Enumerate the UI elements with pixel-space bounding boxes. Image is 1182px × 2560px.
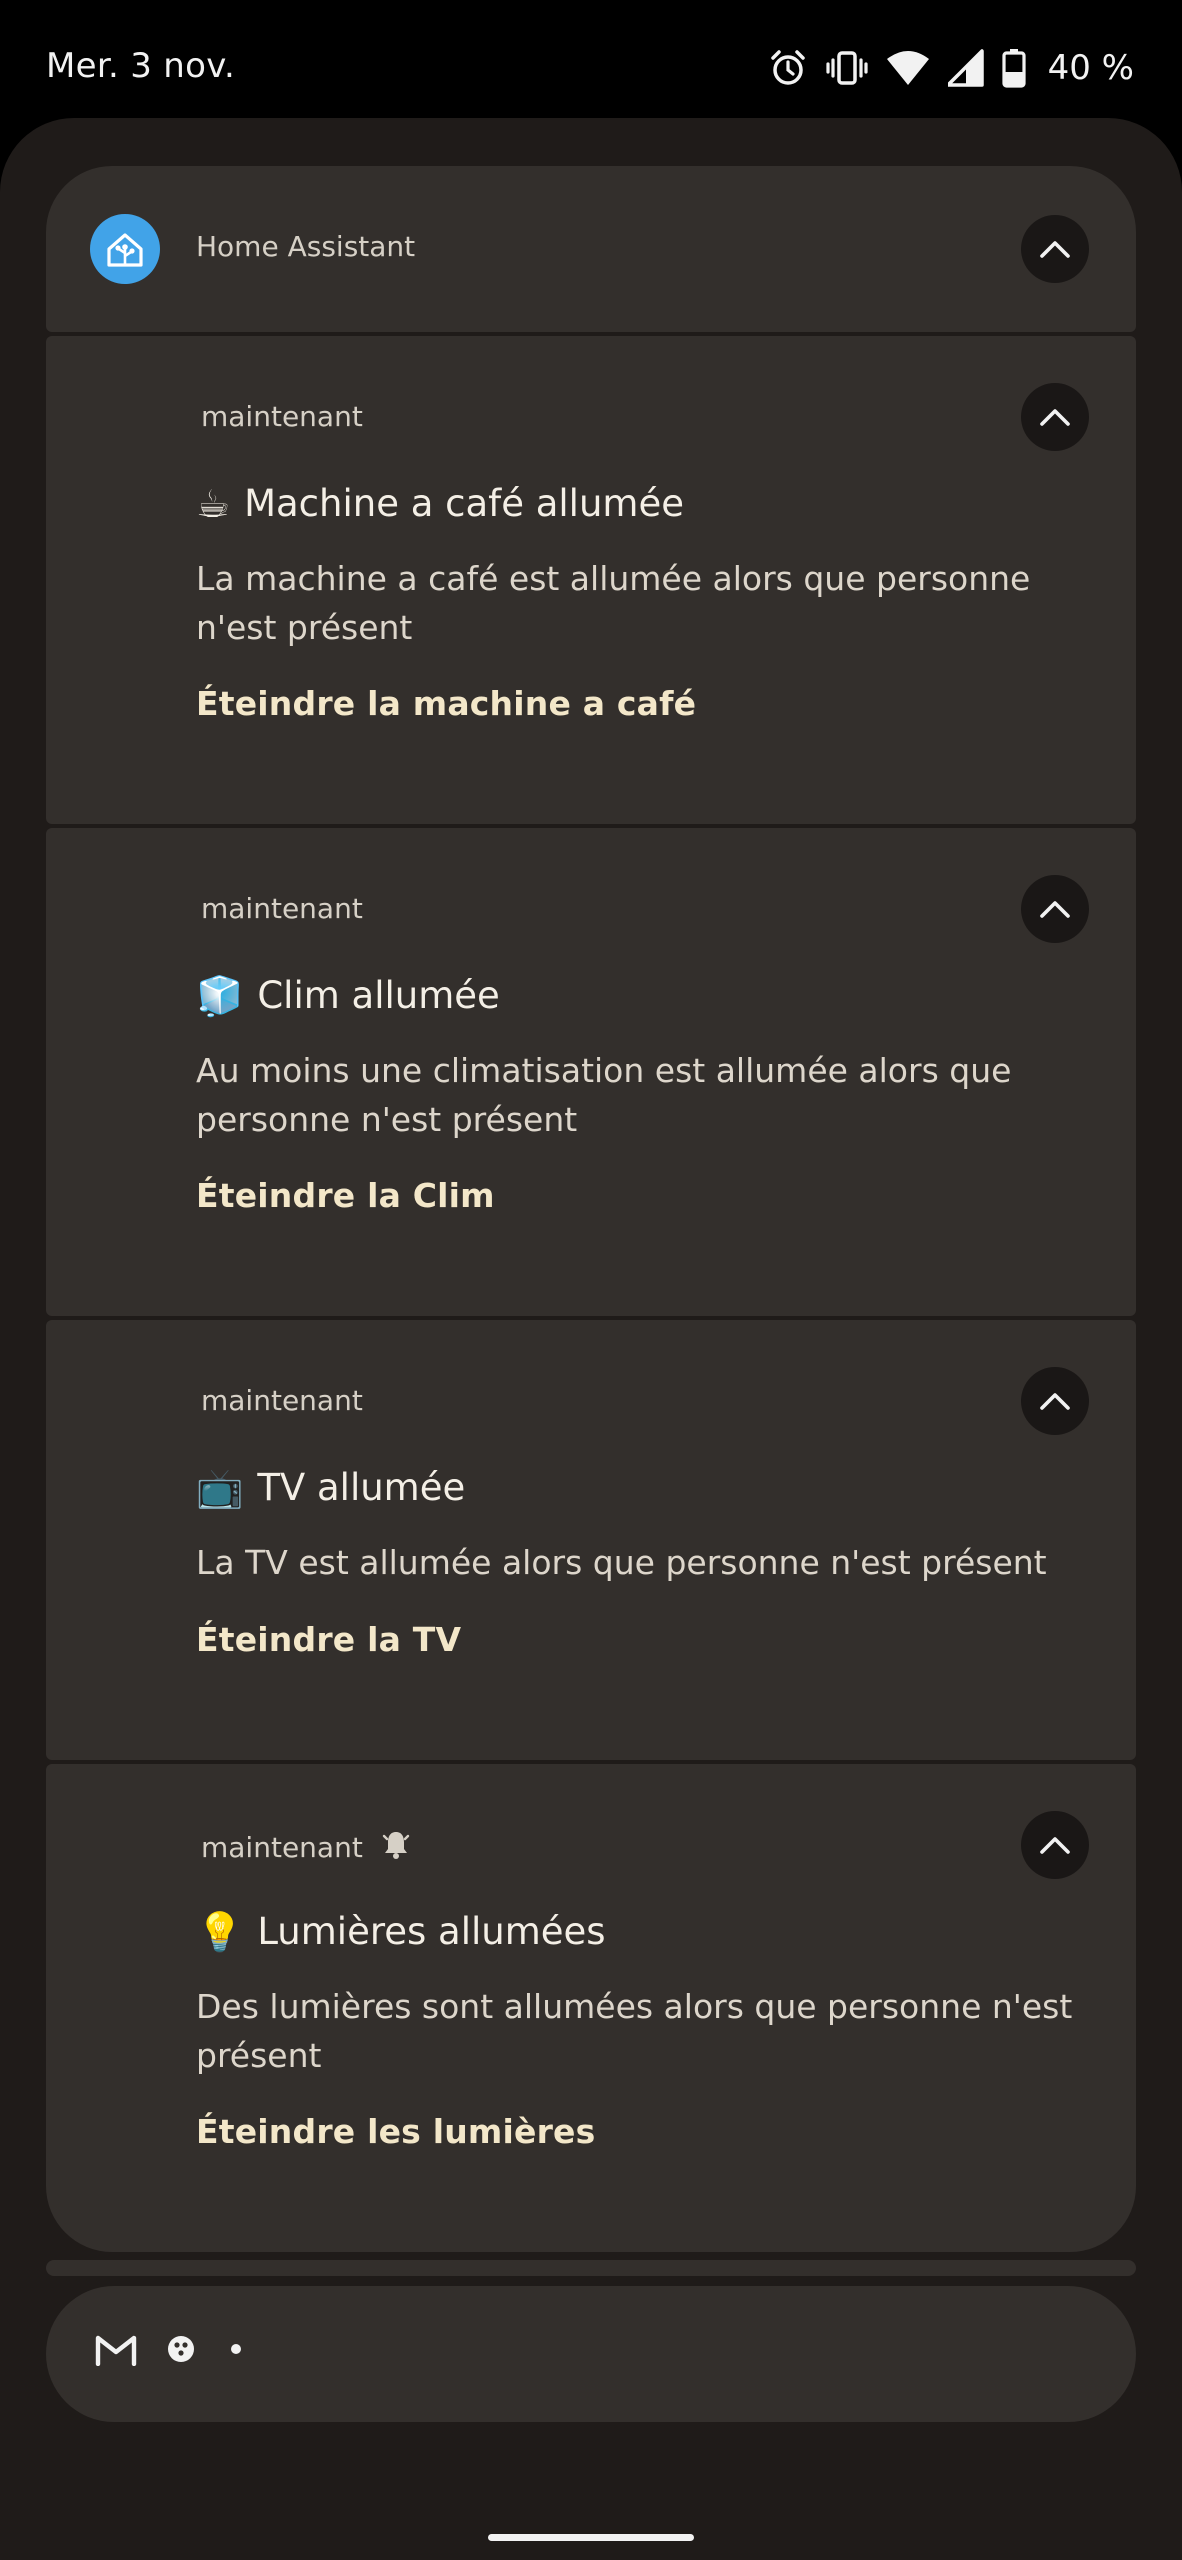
- turn-off-coffee-button[interactable]: Éteindre la machine a café: [196, 684, 696, 723]
- battery-percent: 40 %: [1047, 48, 1134, 88]
- notification-time-text: maintenant: [201, 1831, 363, 1864]
- silent-app-icons: [94, 2332, 248, 2370]
- next-notification-edge[interactable]: [46, 2260, 1136, 2276]
- coffee-emoji-icon: ☕: [196, 481, 231, 526]
- home-gesture-bar[interactable]: [488, 2534, 694, 2541]
- more-dot-icon: [224, 2332, 248, 2370]
- notification-card-tv[interactable]: maintenant 📺 TV allumée La TV est allumé…: [46, 1320, 1136, 1760]
- notification-title: 🧊 Clim allumée: [196, 974, 500, 1017]
- notification-group-home-assistant[interactable]: Home Assistant maintenant ☕ Machine a ca…: [46, 166, 1136, 2252]
- chevron-up-icon: [1040, 241, 1070, 258]
- notification-time: maintenant: [201, 892, 363, 925]
- notification-title: 💡 Lumières allumées: [196, 1910, 606, 1953]
- notification-time: maintenant: [201, 400, 363, 433]
- gmail-icon: [94, 2332, 138, 2370]
- cell-signal-icon: [947, 49, 984, 87]
- ice-cube-emoji-icon: 🧊: [196, 973, 244, 1018]
- notification-card-coffee[interactable]: maintenant ☕ Machine a café allumée La m…: [46, 336, 1136, 824]
- silent-notifications-row[interactable]: [46, 2286, 1136, 2422]
- notification-body: La TV est allumée alors que personne n'e…: [196, 1543, 1047, 1582]
- chevron-up-icon: [1040, 1837, 1070, 1854]
- home-assistant-icon: [90, 214, 160, 284]
- light-bulb-emoji-icon: 💡: [196, 1909, 244, 1954]
- notification-card-clim[interactable]: maintenant 🧊 Clim allumée Au moins une c…: [46, 828, 1136, 1316]
- app-name: Home Assistant: [196, 230, 416, 263]
- collapse-notification-button[interactable]: [1021, 875, 1089, 943]
- status-icons: 40 %: [768, 44, 1134, 92]
- notification-card-lights[interactable]: maintenant 💡 Lumières allumées Des lumiè…: [46, 1764, 1136, 2252]
- notification-title: ☕ Machine a café allumée: [196, 482, 684, 525]
- notification-body: Au moins une climatisation est allumée a…: [196, 1051, 1012, 1139]
- turn-off-tv-button[interactable]: Éteindre la TV: [196, 1620, 461, 1659]
- notification-title-text: Machine a café allumée: [244, 482, 684, 525]
- group-header[interactable]: Home Assistant: [46, 166, 1136, 332]
- collapse-group-button[interactable]: [1021, 215, 1089, 283]
- notification-title-text: Lumières allumées: [257, 1910, 606, 1953]
- notification-body: Des lumières sont allumées alors que per…: [196, 1987, 1073, 2075]
- status-date: Mer. 3 nov.: [46, 46, 236, 86]
- vibrate-icon: [826, 48, 868, 88]
- chevron-up-icon: [1040, 409, 1070, 426]
- collapse-notification-button[interactable]: [1021, 383, 1089, 451]
- turn-off-lights-button[interactable]: Éteindre les lumières: [196, 2112, 595, 2151]
- notification-title: 📺 TV allumée: [196, 1466, 465, 1509]
- chevron-up-icon: [1040, 1393, 1070, 1410]
- collapse-notification-button[interactable]: [1021, 1811, 1089, 1879]
- notification-time: maintenant: [201, 1384, 363, 1417]
- collapse-notification-button[interactable]: [1021, 1367, 1089, 1435]
- wifi-icon: [886, 49, 930, 87]
- alarm-icon: [768, 48, 808, 88]
- notification-title-text: Clim allumée: [257, 974, 500, 1017]
- notification-body: La machine a café est allumée alors que …: [196, 559, 1031, 647]
- status-bar: Mer. 3 nov. 40 %: [0, 0, 1182, 136]
- chevron-up-icon: [1040, 901, 1070, 918]
- battery-icon: [1002, 48, 1026, 88]
- tv-emoji-icon: 📺: [196, 1465, 244, 1510]
- turn-off-clim-button[interactable]: Éteindre la Clim: [196, 1176, 495, 1215]
- messaging-icon: [164, 2332, 198, 2370]
- notification-time: maintenant: [201, 1828, 411, 1867]
- notification-title-text: TV allumée: [257, 1466, 466, 1509]
- bell-icon: [381, 1828, 411, 1867]
